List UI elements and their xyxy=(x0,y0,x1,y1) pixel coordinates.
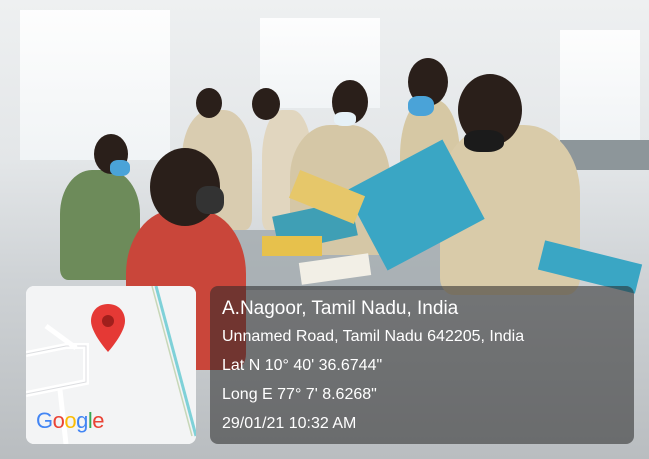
google-logo-letter: o xyxy=(52,408,65,433)
google-logo-letter: g xyxy=(76,408,88,433)
address-line: Unnamed Road, Tamil Nadu 642205, India xyxy=(222,328,525,345)
google-logo: Google xyxy=(36,408,105,434)
face-mask xyxy=(110,160,130,176)
map-pin-icon xyxy=(91,304,125,352)
datetime-line: 29/01/21 10:32 AM xyxy=(222,415,357,432)
face-mask xyxy=(334,112,356,126)
window xyxy=(20,10,170,160)
longitude-line: Long E 77° 7' 8.6268" xyxy=(222,386,377,403)
place-name: A.Nagoor, Tamil Nadu, India xyxy=(222,298,459,319)
google-logo-letter: o xyxy=(64,408,77,433)
face-mask xyxy=(464,130,504,152)
google-logo-letter: G xyxy=(36,408,53,433)
map-thumbnail: Google xyxy=(26,286,196,444)
student-head xyxy=(196,88,222,118)
student-head xyxy=(252,88,280,120)
window xyxy=(560,30,640,140)
latitude-line: Lat N 10° 40' 36.6744" xyxy=(222,357,383,374)
face-mask xyxy=(196,186,224,214)
location-info-panel: A.Nagoor, Tamil Nadu, India Unnamed Road… xyxy=(210,286,634,444)
yellow-folder xyxy=(262,236,322,256)
face-mask xyxy=(408,96,434,116)
google-logo-letter: e xyxy=(92,408,105,433)
